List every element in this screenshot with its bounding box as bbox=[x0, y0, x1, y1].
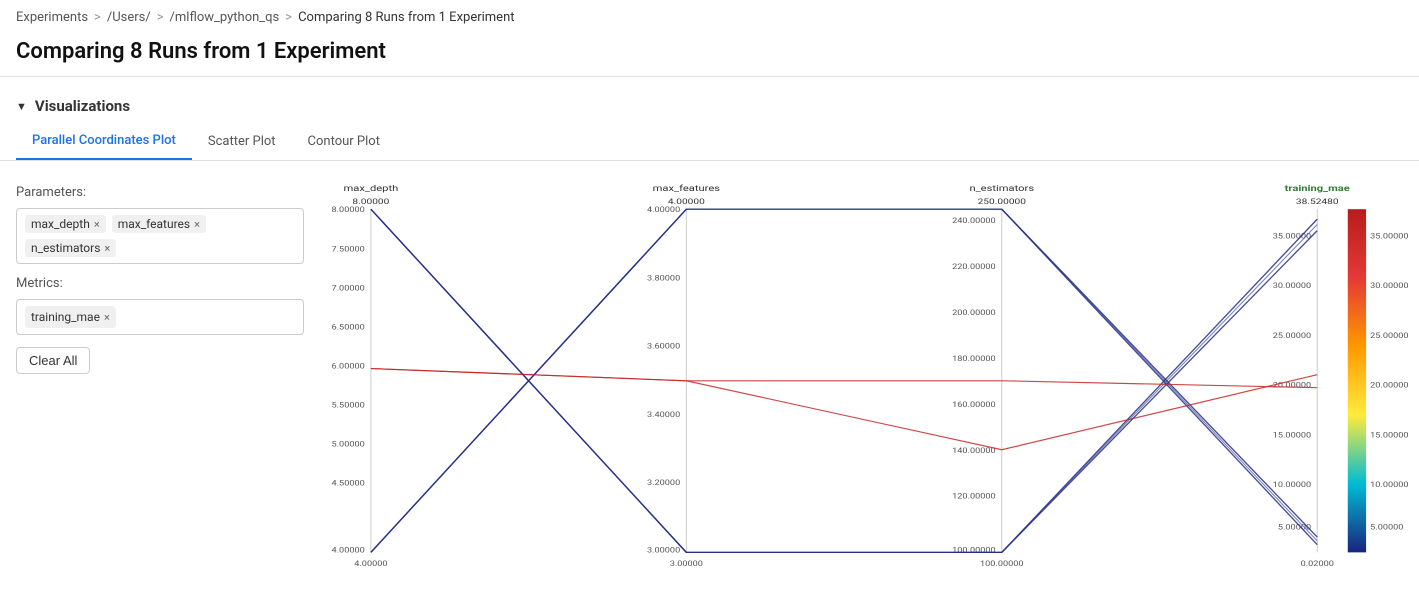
tab-contour-plot[interactable]: Contour Plot bbox=[292, 124, 396, 159]
svg-text:35.00000: 35.00000 bbox=[1370, 231, 1409, 240]
breadcrumb-experiments[interactable]: Experiments bbox=[16, 10, 88, 25]
title-divider bbox=[0, 76, 1419, 77]
svg-text:5.00000: 5.00000 bbox=[1370, 523, 1404, 532]
svg-text:20.00000: 20.00000 bbox=[1370, 381, 1409, 390]
page-title: Comparing 8 Runs from 1 Experiment bbox=[0, 31, 1419, 76]
svg-text:7.50000: 7.50000 bbox=[332, 245, 366, 254]
tag-n-estimators[interactable]: n_estimators × bbox=[25, 239, 116, 257]
color-scale-bar bbox=[1348, 209, 1366, 552]
svg-text:3.40000: 3.40000 bbox=[647, 410, 681, 419]
svg-text:120.00000: 120.00000 bbox=[952, 492, 996, 501]
parameters-label: Parameters: bbox=[16, 185, 304, 200]
breadcrumb: Experiments > /Users/ > /mlflow_python_q… bbox=[0, 0, 1419, 31]
tag-max-depth-label: max_depth bbox=[31, 217, 90, 231]
svg-text:7.00000: 7.00000 bbox=[332, 284, 366, 293]
svg-text:220.00000: 220.00000 bbox=[952, 262, 996, 271]
svg-text:3.20000: 3.20000 bbox=[647, 478, 681, 487]
svg-text:30.00000: 30.00000 bbox=[1370, 281, 1409, 290]
visualizations-section-header[interactable]: ▼ Visualizations bbox=[0, 89, 1419, 123]
breadcrumb-sep-1: > bbox=[94, 10, 101, 25]
svg-text:4.50000: 4.50000 bbox=[332, 479, 366, 488]
sidebar: Parameters: max_depth × max_features × n… bbox=[0, 177, 320, 606]
svg-text:6.00000: 6.00000 bbox=[332, 362, 366, 371]
svg-text:10.00000: 10.00000 bbox=[1273, 480, 1312, 489]
svg-text:25.00000: 25.00000 bbox=[1370, 331, 1409, 340]
tag-max-features-close[interactable]: × bbox=[194, 218, 200, 231]
content-area: Parameters: max_depth × max_features × n… bbox=[0, 161, 1419, 606]
tag-max-features-label: max_features bbox=[118, 217, 190, 231]
svg-text:30.00000: 30.00000 bbox=[1273, 281, 1312, 290]
tab-scatter-plot[interactable]: Scatter Plot bbox=[192, 124, 292, 159]
metrics-tag-box: training_mae × bbox=[16, 299, 304, 335]
parallel-plot-svg: max_depth max_features n_estimators trai… bbox=[320, 177, 1419, 606]
tab-bar: Parallel Coordinates Plot Scatter Plot C… bbox=[0, 123, 1419, 161]
svg-text:100.00000: 100.00000 bbox=[980, 559, 1024, 568]
svg-text:5.50000: 5.50000 bbox=[332, 401, 366, 410]
svg-text:25.00000: 25.00000 bbox=[1273, 331, 1312, 340]
svg-text:15.00000: 15.00000 bbox=[1273, 431, 1312, 440]
breadcrumb-mlflow[interactable]: /mlflow_python_qs bbox=[170, 10, 280, 25]
svg-text:3.00000: 3.00000 bbox=[670, 559, 704, 568]
breadcrumb-sep-3: > bbox=[285, 10, 292, 25]
axis-label-training-mae: training_mae bbox=[1285, 184, 1351, 193]
svg-text:5.00000: 5.00000 bbox=[332, 440, 366, 449]
svg-text:15.00000: 15.00000 bbox=[1370, 431, 1409, 440]
svg-text:10.00000: 10.00000 bbox=[1370, 480, 1409, 489]
n-estimators-max: 250.00000 bbox=[978, 198, 1026, 207]
svg-text:3.80000: 3.80000 bbox=[647, 274, 681, 283]
tag-max-depth-close[interactable]: × bbox=[94, 218, 100, 231]
svg-text:3.00000: 3.00000 bbox=[647, 546, 681, 555]
tag-training-mae-label: training_mae bbox=[31, 310, 100, 324]
caret-icon: ▼ bbox=[16, 100, 27, 113]
clear-all-button[interactable]: Clear All bbox=[16, 347, 90, 374]
svg-text:4.00000: 4.00000 bbox=[354, 559, 388, 568]
visualizations-label: Visualizations bbox=[35, 97, 130, 115]
svg-text:0.02000: 0.02000 bbox=[1301, 559, 1335, 568]
breadcrumb-current: Comparing 8 Runs from 1 Experiment bbox=[298, 10, 514, 25]
breadcrumb-users[interactable]: /Users/ bbox=[107, 10, 151, 25]
tag-training-mae-close[interactable]: × bbox=[104, 311, 110, 324]
tag-max-depth[interactable]: max_depth × bbox=[25, 215, 106, 233]
chart-area: max_depth max_features n_estimators trai… bbox=[320, 177, 1419, 606]
tag-training-mae[interactable]: training_mae × bbox=[25, 306, 116, 328]
svg-text:8.00000: 8.00000 bbox=[332, 205, 366, 214]
tag-n-estimators-label: n_estimators bbox=[31, 241, 100, 255]
tag-n-estimators-close[interactable]: × bbox=[104, 242, 110, 255]
svg-text:4.00000: 4.00000 bbox=[647, 205, 681, 214]
svg-text:180.00000: 180.00000 bbox=[952, 354, 996, 363]
parameters-tag-box: max_depth × max_features × n_estimators … bbox=[16, 208, 304, 264]
axis-label-max-features: max_features bbox=[653, 184, 720, 193]
svg-text:4.00000: 4.00000 bbox=[332, 546, 366, 555]
metrics-label: Metrics: bbox=[16, 276, 304, 291]
svg-text:240.00000: 240.00000 bbox=[952, 216, 996, 225]
breadcrumb-sep-2: > bbox=[157, 10, 164, 25]
tab-parallel-coordinates[interactable]: Parallel Coordinates Plot bbox=[16, 123, 192, 160]
svg-text:6.50000: 6.50000 bbox=[332, 323, 366, 332]
svg-text:160.00000: 160.00000 bbox=[952, 400, 996, 409]
axis-label-n-estimators: n_estimators bbox=[969, 184, 1034, 193]
tag-max-features[interactable]: max_features × bbox=[112, 215, 206, 233]
svg-text:20.00000: 20.00000 bbox=[1273, 381, 1312, 390]
axis-label-max-depth: max_depth bbox=[343, 184, 398, 193]
svg-text:200.00000: 200.00000 bbox=[952, 308, 996, 317]
svg-text:3.60000: 3.60000 bbox=[647, 342, 681, 351]
training-mae-max: 38.52480 bbox=[1296, 198, 1339, 207]
